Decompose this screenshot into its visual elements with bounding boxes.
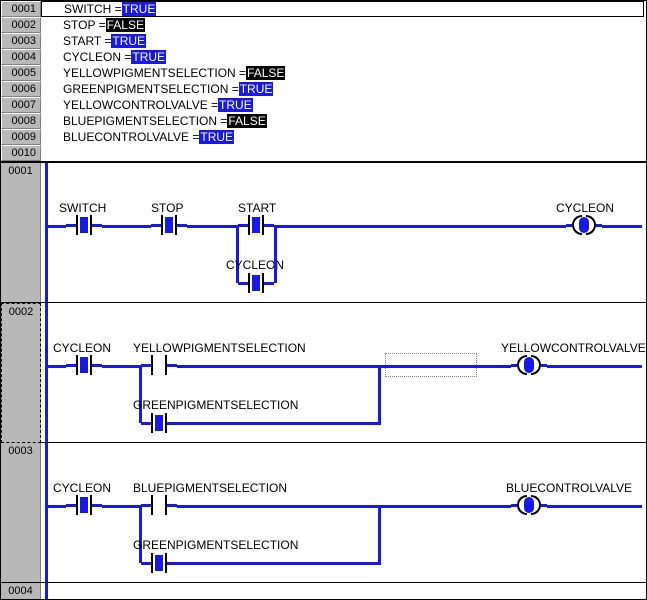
rung-number: 0004 bbox=[1, 583, 41, 599]
coil-yellowcontrolvalve[interactable] bbox=[511, 353, 547, 377]
rung-2: 0002 CYCLEON YELLOWPIGMENTSELECTION GREE… bbox=[1, 303, 646, 443]
power-rail bbox=[45, 583, 48, 599]
line-number: 0010 bbox=[1, 145, 41, 161]
contact-cycleon[interactable] bbox=[66, 493, 102, 517]
var-row: 0003START = TRUE bbox=[1, 33, 646, 49]
coil-bluecontrolvalve[interactable] bbox=[511, 493, 547, 517]
line-number: 0001 bbox=[1, 1, 41, 17]
var-declaration[interactable]: YELLOWPIGMENTSELECTION = FALSE bbox=[41, 66, 646, 80]
line-number: 0008 bbox=[1, 113, 41, 129]
var-row-empty: 0010 bbox=[1, 145, 646, 161]
contact-blue-pigment[interactable] bbox=[141, 493, 177, 517]
var-row: 0009BLUECONTROLVALVE = TRUE bbox=[1, 129, 646, 145]
var-value: TRUE bbox=[199, 130, 234, 144]
contact-green-pigment[interactable] bbox=[141, 411, 177, 435]
var-declaration[interactable]: CYCLEON = TRUE bbox=[41, 50, 646, 64]
var-value: FALSE bbox=[246, 66, 285, 80]
line-number: 0009 bbox=[1, 129, 41, 145]
line-number: 0003 bbox=[1, 33, 41, 49]
var-name: YELLOWPIGMENTSELECTION = bbox=[63, 66, 246, 80]
var-declaration[interactable]: SWITCH = TRUE bbox=[41, 1, 644, 17]
var-name: SWITCH = bbox=[64, 2, 122, 16]
var-name: BLUECONTROLVALVE = bbox=[63, 130, 199, 144]
contact-start[interactable] bbox=[238, 213, 274, 237]
line-number: 0004 bbox=[1, 49, 41, 65]
power-rail bbox=[45, 443, 48, 582]
contact-switch[interactable] bbox=[66, 213, 102, 237]
var-name: STOP = bbox=[63, 18, 106, 32]
var-name: YELLOWCONTROLVALVE = bbox=[63, 98, 218, 112]
contact-green-pigment[interactable] bbox=[141, 551, 177, 575]
line-number: 0005 bbox=[1, 65, 41, 81]
contact-cycleon[interactable] bbox=[66, 353, 102, 377]
var-name: START = bbox=[63, 34, 111, 48]
contact-label: GREENPIGMENTSELECTION bbox=[133, 538, 298, 552]
ladder-diagram: 0001 SWITCH STOP START C bbox=[1, 161, 646, 599]
var-value: TRUE bbox=[131, 50, 166, 64]
var-row: 0004CYCLEON = TRUE bbox=[1, 49, 646, 65]
var-row: 0006GREENPIGMENTSELECTION = TRUE bbox=[1, 81, 646, 97]
var-row: 0007YELLOWCONTROLVALVE = TRUE bbox=[1, 97, 646, 113]
rung-number: 0001 bbox=[1, 163, 41, 302]
power-rail bbox=[45, 303, 48, 442]
var-row: 0002STOP = FALSE bbox=[1, 17, 646, 33]
var-declaration[interactable]: BLUECONTROLVALVE = TRUE bbox=[41, 130, 646, 144]
rung-4: 0004 bbox=[1, 583, 646, 599]
var-value: TRUE bbox=[239, 82, 274, 96]
var-declaration[interactable]: START = TRUE bbox=[41, 34, 646, 48]
var-declaration[interactable]: GREENPIGMENTSELECTION = TRUE bbox=[41, 82, 646, 96]
var-value: FALSE bbox=[227, 114, 266, 128]
contact-cycleon-latch[interactable] bbox=[238, 271, 274, 295]
rung-1: 0001 SWITCH STOP START C bbox=[1, 163, 646, 303]
var-row: 0008BLUEPIGMENTSELECTION = FALSE bbox=[1, 113, 646, 129]
var-name: GREENPIGMENTSELECTION = bbox=[63, 82, 239, 96]
contact-yellow-pigment[interactable] bbox=[141, 353, 177, 377]
plc-editor: 0001SWITCH = TRUE0002STOP = FALSE0003STA… bbox=[0, 0, 647, 600]
variable-declarations: 0001SWITCH = TRUE0002STOP = FALSE0003STA… bbox=[1, 1, 646, 161]
contact-stop[interactable] bbox=[151, 213, 187, 237]
var-declaration[interactable]: STOP = FALSE bbox=[41, 18, 646, 32]
var-value: TRUE bbox=[218, 98, 253, 112]
contact-label: GREENPIGMENTSELECTION bbox=[133, 398, 298, 412]
rung-3: 0003 CYCLEON BLUEPIGMENTSELECTION GREENP… bbox=[1, 443, 646, 583]
var-value: FALSE bbox=[106, 18, 145, 32]
line-number: 0002 bbox=[1, 17, 41, 33]
var-name: CYCLEON = bbox=[63, 50, 131, 64]
line-number: 0007 bbox=[1, 97, 41, 113]
var-value: TRUE bbox=[122, 2, 157, 16]
var-row: 0005YELLOWPIGMENTSELECTION = FALSE bbox=[1, 65, 646, 81]
rung-number-selected[interactable]: 0002 bbox=[1, 303, 41, 443]
rung-number: 0003 bbox=[1, 443, 41, 582]
var-value: TRUE bbox=[111, 34, 146, 48]
line-number: 0006 bbox=[1, 81, 41, 97]
power-rail bbox=[45, 163, 48, 302]
var-row: 0001SWITCH = TRUE bbox=[1, 1, 646, 17]
var-name: BLUEPIGMENTSELECTION = bbox=[63, 114, 227, 128]
var-declaration[interactable]: YELLOWCONTROLVALVE = TRUE bbox=[41, 98, 646, 112]
var-declaration[interactable]: BLUEPIGMENTSELECTION = FALSE bbox=[41, 114, 646, 128]
coil-cycleon[interactable] bbox=[566, 213, 602, 237]
